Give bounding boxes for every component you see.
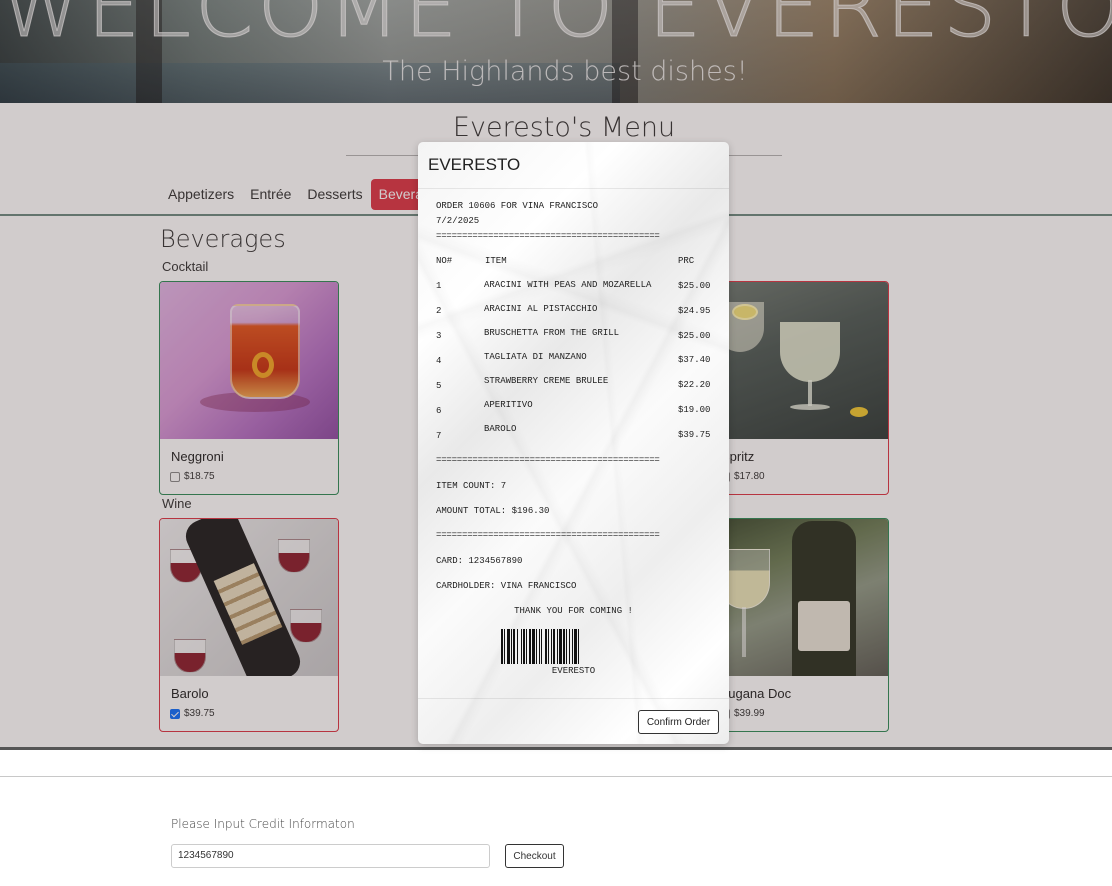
receipt-item-name: BRUSCHETTA FROM THE GRILL [484, 328, 620, 338]
barcode-image [501, 629, 646, 664]
receipt-item-price: $22.20 [678, 380, 711, 390]
receipt-item-price: $39.75 [678, 430, 711, 440]
receipt-amount-total: AMOUNT TOTAL: $196.30 [436, 506, 550, 516]
receipt-modal: EVERESTO ORDER 10606 FOR VINA FRANCISCO … [418, 142, 729, 744]
receipt-item-name: TAGLIATA DI MANZANO [484, 352, 587, 362]
receipt-item-price: $19.00 [678, 405, 711, 415]
receipt-item-count: ITEM COUNT: 7 [436, 481, 507, 491]
receipt-item-name: APERITIVO [484, 400, 533, 410]
receipt-separator: ========================================… [436, 455, 660, 465]
receipt-date: 7/2/2025 [436, 216, 480, 226]
receipt-item-price: $24.95 [678, 306, 711, 316]
confirm-order-button[interactable]: Confirm Order [638, 710, 719, 734]
receipt-col-price: PRC [678, 256, 695, 266]
barcode-caption: EVERESTO [551, 666, 596, 676]
receipt-order-line: ORDER 10606 FOR VINA FRANCISCO [436, 201, 599, 211]
receipt-item-name: BAROLO [484, 424, 517, 434]
receipt-col-no: NO# [436, 256, 453, 266]
modal-title: EVERESTO [428, 155, 521, 174]
receipt-cardholder: CARDHOLDER: VINA FRANCISCO [436, 581, 577, 591]
receipt-item-no: 7 [436, 431, 442, 441]
receipt-separator: ========================================… [436, 231, 660, 241]
footer-divider [0, 776, 1112, 777]
receipt-col-item: ITEM [485, 256, 507, 266]
receipt-separator: ========================================… [436, 530, 660, 540]
receipt-item-no: 3 [436, 331, 442, 341]
receipt-card: CARD: 1234567890 [436, 556, 523, 566]
checkout-button[interactable]: Checkout [505, 844, 564, 868]
receipt-item-name: STRAWBERRY CREME BRULEE [484, 376, 609, 386]
receipt-item-no: 5 [436, 381, 442, 391]
receipt-item-name: ARACINI WITH PEAS AND MOZARELLA [484, 280, 652, 290]
receipt-item-name: ARACINI AL PISTACCHIO [484, 304, 598, 314]
receipt-item-no: 4 [436, 356, 442, 366]
receipt-item-price: $37.40 [678, 355, 711, 365]
receipt-item-no: 1 [436, 281, 442, 291]
receipt-item-no: 6 [436, 406, 442, 416]
credit-card-input[interactable]: 1234567890 [171, 844, 490, 868]
credit-card-value: 1234567890 [178, 850, 234, 861]
receipt-item-no: 2 [436, 306, 442, 316]
receipt-thanks: THANK YOU FOR COMING ! [514, 606, 633, 616]
receipt-item-price: $25.00 [678, 331, 711, 341]
credit-info-label: Please Input Credit Informaton [171, 817, 355, 831]
receipt-item-price: $25.00 [678, 281, 711, 291]
